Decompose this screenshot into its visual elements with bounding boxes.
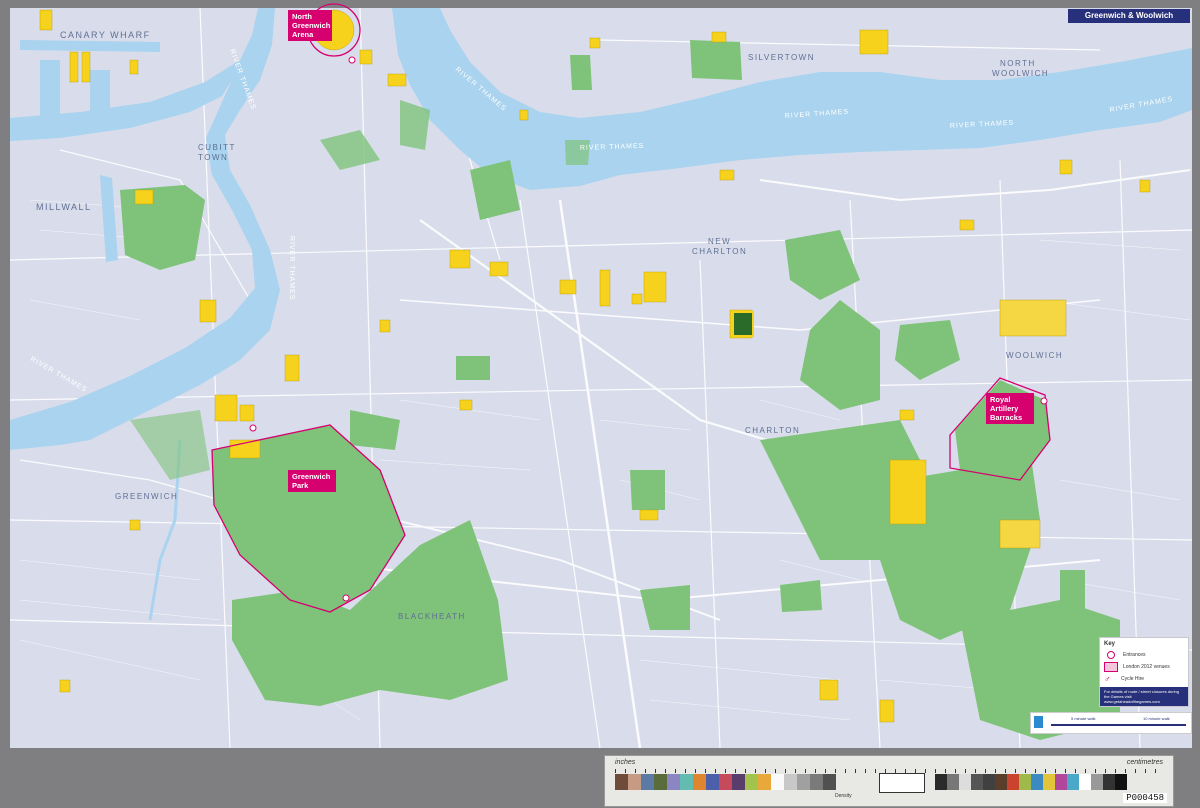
key-item-venues: London 2012 venues [1104,662,1184,672]
venue-boundary-icon [1104,662,1118,672]
district-label-cubitt-2: TOWN [198,153,228,162]
district-label-north-woolwich-1: NORTH [1000,59,1036,68]
district-label-millwall: MILLWALL [36,202,92,212]
target-density-label: Density [835,793,852,799]
venue-label-north-greenwich-arena[interactable]: North Greenwich Arena [288,10,332,41]
key-label: London 2012 venues [1123,664,1170,670]
district-label-silvertown: SILVERTOWN [748,53,815,62]
scale-bar: 5 minute walk 10 minute walk [1030,712,1192,734]
key-item-entrances: Entrances [1104,651,1184,659]
district-label-north-woolwich-2: WOOLWICH [992,69,1049,78]
district-label-greenwich: GREENWICH [115,492,178,501]
scale-line [1051,724,1186,726]
mudchute-park [120,185,205,270]
color-target-card: inches centimetres Density P000458 [604,755,1174,807]
district-label-new-charlton-2: CHARLTON [692,247,747,256]
district-label-charlton: CHARLTON [745,426,800,435]
district-label-new-charlton-1: NEW [708,237,731,246]
river-label: RIVER THAMES [288,236,295,300]
map-title: Greenwich & Woolwich [1068,9,1190,23]
district-label-blackheath: BLACKHEATH [398,612,466,621]
cycle-scale-label: 10 minute walk [1143,716,1170,721]
grey-scale-patches [935,774,1127,790]
walk-scale-label: 5 minute walk [1071,716,1096,721]
key-label: Entrances [1123,652,1146,658]
stadium [732,311,754,337]
key-item-cycle-hire: ♂ Cycle Hire [1104,674,1184,684]
map-key: Key Entrances London 2012 venues ♂ Cycle… [1099,637,1189,707]
district-label-woolwich: WOOLWICH [1006,351,1063,360]
key-label: Cycle Hire [1121,676,1145,682]
target-code: P000458 [1123,793,1167,803]
cycle-hire-icon: ♂ [1104,674,1111,684]
district-label-cubitt-1: CUBITT [198,143,236,152]
target-inches-label: inches [615,759,636,766]
venue-label-royal-artillery-barracks[interactable]: Royal Artillery Barracks [986,393,1034,424]
walker-icon [1034,716,1043,728]
target-center-box [879,773,925,793]
key-note: For details of route / street closures d… [1100,687,1188,706]
color-patches [615,774,836,790]
key-title: Key [1104,641,1116,647]
target-centimetres-label: centimetres [1126,759,1163,766]
venue-label-greenwich-park[interactable]: Greenwich Park [288,470,336,492]
entrance-icon [1107,651,1115,659]
district-label-canary-wharf: CANARY WHARF [60,30,151,40]
